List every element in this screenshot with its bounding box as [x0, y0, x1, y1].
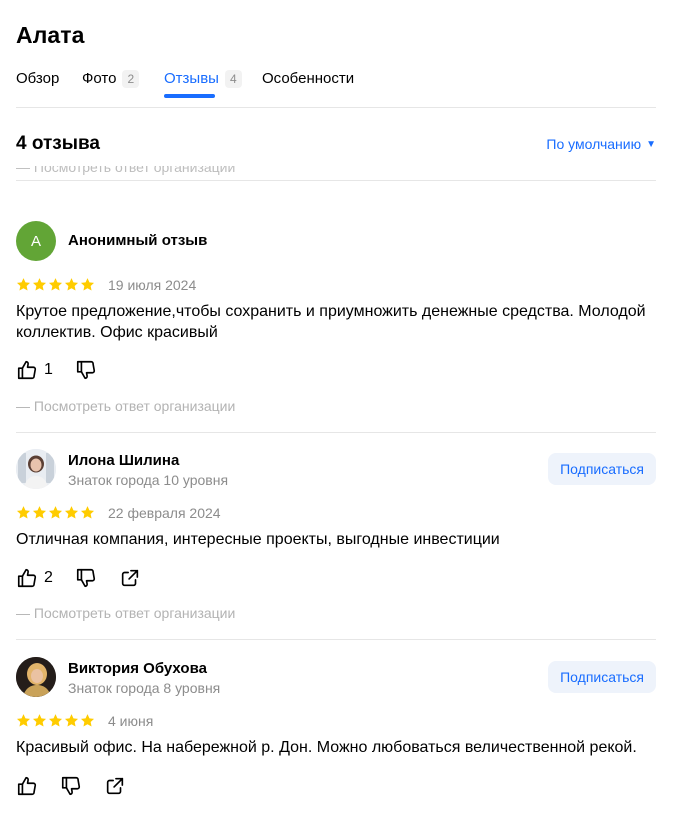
user-photo-icon [16, 657, 56, 697]
star-icon [80, 278, 95, 291]
rating-stars [16, 505, 95, 520]
author-level: Знаток города 8 уровня [68, 680, 221, 696]
star-icon [16, 506, 31, 519]
review-date: 19 июля 2024 [108, 277, 197, 293]
reviews-page: Алата Обзор Фото 2 Отзывы 4 Особенности … [0, 0, 697, 820]
star-icon [80, 714, 95, 727]
tab-overview[interactable]: Обзор [16, 70, 59, 100]
tab-label: Фото [82, 70, 117, 87]
avatar[interactable] [16, 657, 56, 697]
review-date: 4 июня [108, 713, 154, 729]
thumbs-down-icon [76, 360, 95, 380]
caret-down-icon: ▼ [646, 138, 656, 150]
avatar[interactable]: А [16, 221, 56, 261]
tab-bar: Обзор Фото 2 Отзывы 4 Особенности [16, 70, 656, 108]
tab-count-badge: 2 [122, 70, 140, 88]
tab-reviews[interactable]: Отзывы 4 [164, 70, 242, 100]
tab-count-badge: 4 [224, 70, 242, 88]
share-button[interactable] [104, 775, 126, 797]
rating-stars [16, 713, 95, 728]
thumbs-up-icon [17, 776, 37, 796]
reviews-count-heading: 4 отзыва [16, 133, 100, 154]
active-tab-indicator [164, 94, 215, 98]
like-button[interactable] [16, 775, 38, 797]
share-icon [106, 777, 124, 795]
author-name: Анонимный отзыв [68, 232, 208, 249]
star-icon [80, 506, 95, 519]
tab-label: Особенности [262, 70, 355, 87]
thumbs-up-icon [17, 360, 37, 380]
rating-stars [16, 277, 95, 292]
sort-label: По умолчанию [546, 136, 642, 152]
star-icon [32, 714, 47, 727]
review-actions [16, 775, 126, 797]
tab-label: Отзывы [164, 70, 219, 87]
share-icon [121, 569, 139, 587]
thumbs-down-icon [76, 568, 95, 588]
user-photo-icon [16, 449, 56, 489]
dislike-button[interactable] [75, 359, 97, 381]
dislike-button[interactable] [75, 567, 97, 589]
like-button[interactable]: 1 [16, 359, 53, 381]
star-icon [16, 714, 31, 727]
thumbs-up-icon [17, 568, 37, 588]
review-actions: 2 [16, 567, 141, 589]
share-button[interactable] [119, 567, 141, 589]
review-divider [16, 639, 656, 640]
review-text: Отличная компания, интересные проекты, в… [16, 531, 500, 548]
view-reply-link[interactable]: — Посмотреть ответ организации [16, 605, 235, 621]
author-name: Виктория Обухова [68, 660, 207, 677]
subscribe-button[interactable]: Подписаться [548, 661, 656, 693]
like-count: 1 [44, 361, 53, 378]
author-level: Знаток города 10 уровня [68, 472, 229, 488]
like-count: 2 [44, 569, 53, 586]
like-button[interactable]: 2 [16, 567, 53, 589]
review-actions: 1 [16, 359, 97, 381]
star-icon [64, 506, 79, 519]
view-reply-link[interactable]: — Посмотреть ответ организации [16, 398, 235, 414]
dislike-button[interactable] [60, 775, 82, 797]
tab-photos[interactable]: Фото 2 [82, 70, 140, 100]
star-icon [64, 278, 79, 291]
thumbs-down-icon [61, 776, 81, 796]
sort-dropdown[interactable]: По умолчанию ▼ [546, 136, 656, 152]
review-text: Крутое предложение,чтобы сохранить и при… [16, 303, 646, 341]
reply-link-text: — Посмотреть ответ организации [16, 166, 236, 175]
section-divider [16, 180, 656, 181]
author-name: Илона Шилина [68, 452, 180, 469]
subscribe-button[interactable]: Подписаться [548, 453, 656, 485]
clipped-reply-link[interactable]: — Посмотреть ответ организации [16, 166, 656, 180]
review-divider [16, 432, 656, 433]
star-icon [32, 506, 47, 519]
star-icon [32, 278, 47, 291]
page-title: Алата [16, 22, 85, 48]
star-icon [48, 506, 63, 519]
review-date: 22 февраля 2024 [108, 505, 221, 521]
star-icon [48, 714, 63, 727]
star-icon [48, 278, 63, 291]
review-text: Красивый офис. На набережной р. Дон. Мож… [16, 739, 637, 756]
tab-label: Обзор [16, 70, 60, 87]
tabs-divider [16, 107, 656, 108]
tab-features[interactable]: Особенности [262, 70, 354, 100]
star-icon [64, 714, 79, 727]
avatar[interactable] [16, 449, 56, 489]
star-icon [16, 278, 31, 291]
